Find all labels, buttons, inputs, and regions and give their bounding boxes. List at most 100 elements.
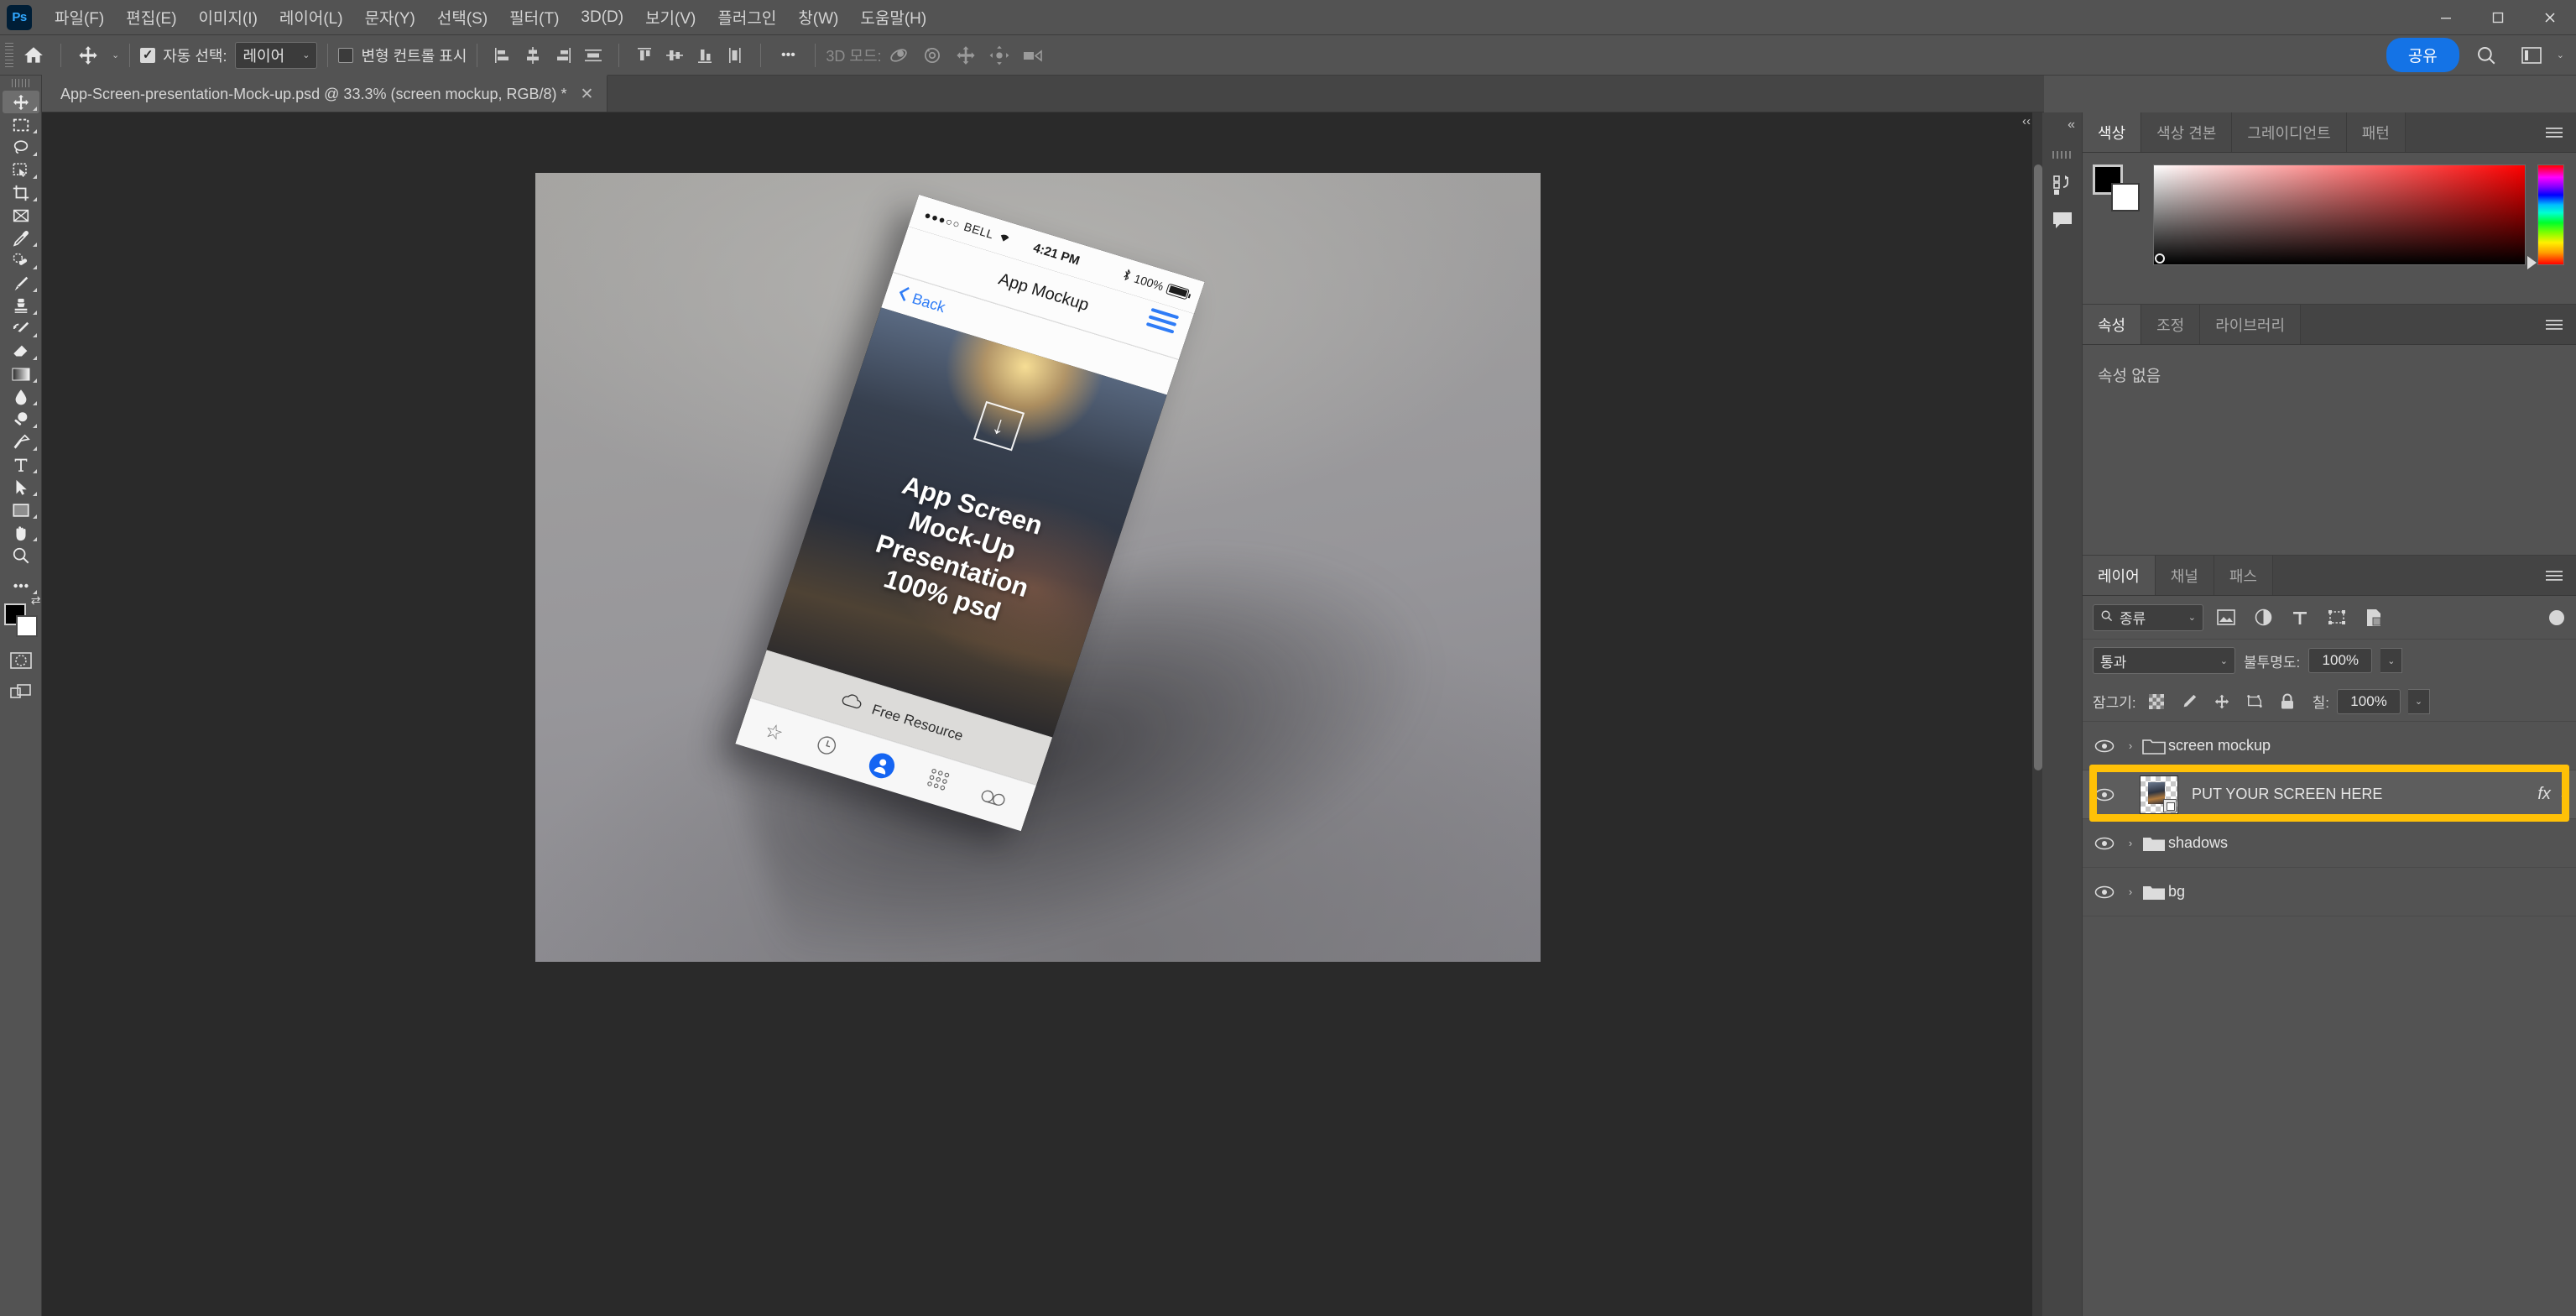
opacity-value[interactable]: 100% (2308, 648, 2373, 673)
layer-visibility-icon[interactable] (2088, 837, 2121, 850)
hamburger-icon[interactable] (1145, 307, 1180, 334)
fill-value[interactable]: 100% (2337, 688, 2401, 714)
type-filter-icon[interactable] (2286, 604, 2314, 631)
screen-mode-icon[interactable] (3, 680, 39, 702)
distribute-h-icon[interactable] (578, 41, 608, 70)
menu-filter[interactable]: 필터(T) (498, 2, 570, 33)
menu-view[interactable]: 보기(V) (634, 2, 707, 33)
history-brush-tool[interactable] (3, 317, 39, 340)
rail-grip[interactable] (2052, 151, 2073, 159)
artboard[interactable]: ●●●○○ BELL 4:21 PM 100% App Mockup Back … (535, 173, 1541, 1010)
search-icon[interactable] (2468, 39, 2505, 72)
layer-row[interactable]: › shadows (2083, 819, 2576, 868)
tab-gradients[interactable]: 그레이디언트 (2232, 112, 2347, 152)
lock-image-icon[interactable] (2177, 690, 2202, 713)
layer-visibility-icon[interactable] (2088, 788, 2121, 802)
group-expander-icon[interactable]: › (2121, 739, 2140, 752)
canvas-collapse-icon[interactable]: ‹‹ (2022, 114, 2031, 128)
camera-3d-icon[interactable] (1016, 39, 1050, 71)
rectangle-tool[interactable] (3, 499, 39, 521)
menu-file[interactable]: 파일(F) (44, 2, 115, 33)
dodge-tool[interactable] (3, 408, 39, 431)
clock-icon[interactable] (811, 732, 841, 765)
clone-stamp-tool[interactable] (3, 295, 39, 317)
share-button[interactable]: 공유 (2386, 38, 2459, 72)
align-center-h-icon[interactable] (518, 41, 548, 70)
hue-slider[interactable] (2527, 164, 2564, 269)
smart-object-filter-icon[interactable] (2360, 604, 2388, 631)
menu-plugins[interactable]: 플러그인 (707, 2, 787, 33)
lock-all-icon[interactable] (2275, 690, 2300, 713)
pixel-filter-icon[interactable] (2212, 604, 2240, 631)
layer-visibility-icon[interactable] (2088, 885, 2121, 899)
tab-paths[interactable]: 패스 (2214, 556, 2273, 595)
canvas-area[interactable]: ●●●○○ BELL 4:21 PM 100% App Mockup Back … (42, 112, 2044, 1316)
show-transform-checkbox[interactable] (338, 47, 354, 63)
tab-layers[interactable]: 레이어 (2083, 556, 2156, 595)
background-color-swatch[interactable] (15, 615, 38, 637)
workspace-icon[interactable] (2513, 39, 2550, 72)
healing-brush-tool[interactable] (3, 249, 39, 272)
options-bar-grip[interactable] (5, 42, 13, 68)
zoom-tool[interactable] (3, 544, 39, 567)
panel-menu-icon[interactable] (2532, 112, 2576, 152)
color-field-marker[interactable] (2155, 253, 2165, 264)
panel-menu-icon[interactable] (2532, 556, 2576, 595)
layer-list[interactable]: › screen mockup PUT YOUR SCREEN HERE fx … (2083, 722, 2576, 1316)
menu-image[interactable]: 이미지(I) (188, 2, 269, 33)
lock-position-icon[interactable] (2209, 690, 2234, 713)
layer-row[interactable]: › bg (2083, 868, 2576, 916)
menu-select[interactable]: 선택(S) (426, 2, 498, 33)
layer-visibility-icon[interactable] (2088, 739, 2121, 753)
tab-adjustments[interactable]: 조정 (2141, 305, 2201, 344)
group-expander-icon[interactable]: › (2121, 837, 2140, 849)
layer-fx-expander-icon[interactable]: ⌄ (2559, 789, 2568, 801)
menu-type[interactable]: 문자(Y) (354, 2, 426, 33)
home-icon[interactable] (17, 39, 50, 71)
layer-filter-type-dropdown[interactable]: 종류 ⌄ (2093, 603, 2203, 631)
tool-preset-caret[interactable]: ⌄ (112, 50, 119, 60)
marquee-tool[interactable] (3, 113, 39, 136)
quick-mask-icon[interactable] (3, 649, 39, 671)
tab-libraries[interactable]: 라이브러리 (2200, 305, 2302, 344)
fill-stepper-caret[interactable]: ⌄ (2408, 688, 2431, 714)
tab-color[interactable]: 색상 (2083, 112, 2142, 152)
voicemail-icon[interactable] (978, 785, 1009, 814)
person-icon[interactable] (865, 749, 898, 781)
object-selection-tool[interactable] (3, 159, 39, 181)
align-bottom-icon[interactable] (690, 41, 720, 70)
eraser-tool[interactable] (3, 340, 39, 363)
collapse-panels-icon[interactable]: « (2068, 118, 2075, 133)
scrollbar-thumb[interactable] (2034, 164, 2042, 770)
tab-properties[interactable]: 속성 (2083, 305, 2142, 344)
layer-thumbnail[interactable] (2140, 775, 2178, 814)
color-background-swatch[interactable] (2111, 183, 2140, 212)
maximize-button[interactable] (2472, 0, 2524, 35)
panel-menu-icon[interactable] (2532, 305, 2576, 344)
layer-row[interactable]: › screen mockup (2083, 722, 2576, 770)
tab-patterns[interactable]: 패턴 (2346, 112, 2406, 152)
menu-help[interactable]: 도움말(H) (849, 2, 937, 33)
color-panel-swatches[interactable] (2093, 164, 2141, 213)
lasso-tool[interactable] (3, 136, 39, 159)
move-tool-icon[interactable] (71, 39, 105, 71)
hue-slider-marker[interactable] (2527, 256, 2537, 269)
tab-swatches[interactable]: 색상 견본 (2141, 112, 2233, 152)
close-icon[interactable]: ✕ (581, 85, 594, 104)
menu-edit[interactable]: 편집(E) (115, 2, 187, 33)
swap-colors-icon[interactable]: ⇄ (31, 593, 41, 608)
toolbar-grip[interactable] (11, 79, 30, 87)
color-field[interactable] (2153, 164, 2526, 265)
crop-tool[interactable] (3, 181, 39, 204)
document-tab[interactable]: App-Screen-presentation-Mock-up.psd @ 33… (42, 75, 608, 112)
color-swatches[interactable]: ⇄ (3, 593, 41, 640)
align-top-icon[interactable] (629, 41, 660, 70)
comments-panel-icon[interactable] (2046, 202, 2079, 238)
align-left-icon[interactable] (488, 41, 518, 70)
distribute-v-icon[interactable] (720, 41, 750, 70)
group-expander-icon[interactable]: › (2121, 885, 2140, 898)
gradient-tool[interactable] (3, 363, 39, 385)
adjustment-filter-icon[interactable] (2249, 604, 2277, 631)
pen-tool[interactable] (3, 431, 39, 453)
align-center-v-icon[interactable] (660, 41, 690, 70)
